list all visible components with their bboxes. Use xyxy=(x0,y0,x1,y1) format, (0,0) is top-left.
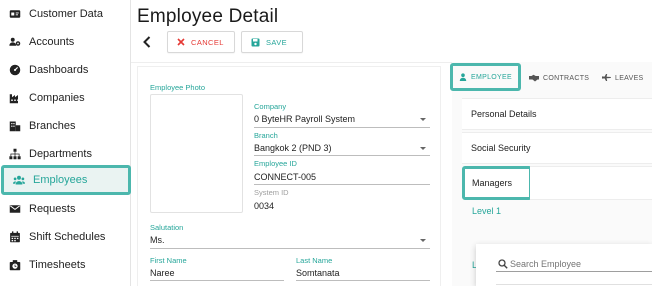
section-managers-extension xyxy=(530,166,652,200)
close-icon xyxy=(177,38,185,46)
tab-employee[interactable]: EMPLOYEE xyxy=(450,63,521,91)
section-managers[interactable]: Managers xyxy=(462,166,532,200)
system-id-value: 0034 xyxy=(254,201,275,211)
sidebar-item-label: Departments xyxy=(29,148,92,160)
back-button[interactable] xyxy=(140,34,154,50)
sidebar-item-departments[interactable]: Departments xyxy=(0,140,131,168)
level-1-label: Level 1 xyxy=(472,206,502,216)
sidebar-item-customer-data[interactable]: Customer Data xyxy=(0,0,131,28)
users-icon xyxy=(12,173,26,187)
calendar-icon xyxy=(8,230,22,244)
first-name-field[interactable]: Naree xyxy=(150,268,175,278)
search-underline xyxy=(496,271,652,272)
branch-label: Branch xyxy=(254,131,278,140)
sidebar: Customer Data Accounts Dashboards Compan… xyxy=(0,0,131,286)
tab-label: CONTRACTS xyxy=(543,74,590,82)
sidebar-item-label: Employees xyxy=(33,174,88,186)
dashboard-icon xyxy=(8,63,22,77)
sidebar-item-label: Customer Data xyxy=(29,8,103,20)
section-personal-details[interactable]: Personal Details xyxy=(462,98,652,130)
chevron-down-icon xyxy=(420,147,426,150)
system-id-label: System ID xyxy=(254,188,289,197)
sidebar-item-shift-schedules[interactable]: Shift Schedules xyxy=(0,223,131,251)
sidebar-item-label: Requests xyxy=(29,203,76,215)
clock-icon xyxy=(8,258,22,272)
id-card-icon xyxy=(8,7,22,21)
page-title: Employee Detail xyxy=(137,6,279,27)
building-icon xyxy=(8,119,22,133)
chevron-down-icon xyxy=(420,239,426,242)
salutation-label: Salutation xyxy=(150,223,184,232)
cancel-label: CANCEL xyxy=(191,37,224,47)
first-name-underline xyxy=(150,280,284,281)
tab-contracts[interactable]: CONTRACTS xyxy=(529,66,589,90)
photo-label: Employee Photo xyxy=(150,83,206,92)
company-label: Company xyxy=(254,102,287,111)
first-name-label: First Name xyxy=(150,256,187,265)
sidebar-item-label: Shift Schedules xyxy=(29,231,106,243)
plane-icon xyxy=(602,74,611,82)
user-icon xyxy=(459,73,467,81)
save-label: SAVE xyxy=(266,37,288,47)
tab-label: LEAVES xyxy=(615,74,644,82)
salutation-select[interactable]: Ms. xyxy=(150,235,165,245)
sidebar-item-label: Branches xyxy=(29,120,76,132)
chevron-left-icon xyxy=(143,36,151,48)
employee-id-underline xyxy=(254,184,430,185)
sidebar-item-label: Timesheets xyxy=(29,259,86,271)
floppy-disk-icon xyxy=(251,38,260,47)
sidebar-item-companies[interactable]: Companies xyxy=(0,84,131,112)
sidebar-item-label: Accounts xyxy=(29,36,75,48)
cancel-button[interactable]: CANCEL xyxy=(167,31,235,53)
sidebar-item-accounts[interactable]: Accounts xyxy=(0,28,131,56)
branch-select[interactable]: Bangkok 2 (PND 3) xyxy=(254,143,332,153)
last-name-field[interactable]: Somtanata xyxy=(296,268,340,278)
company-underline xyxy=(254,127,430,128)
employee-id-label: Employee ID xyxy=(254,159,297,168)
inbox-icon xyxy=(8,202,22,216)
save-button[interactable]: SAVE xyxy=(241,31,303,53)
company-select[interactable]: 0 ByteHR Payroll System xyxy=(254,114,355,124)
salutation-underline xyxy=(150,248,430,249)
sidebar-item-label: Companies xyxy=(29,92,85,104)
sidebar-item-branches[interactable]: Branches xyxy=(0,112,131,140)
sidebar-item-requests[interactable]: Requests xyxy=(0,195,131,223)
last-name-label: Last Name xyxy=(296,256,333,265)
handshake-icon xyxy=(529,74,539,82)
sidebar-item-label: Dashboards xyxy=(29,64,89,76)
tab-leaves[interactable]: LEAVES xyxy=(602,66,644,90)
last-name-underline xyxy=(296,280,430,281)
employee-id-field[interactable]: CONNECT-005 xyxy=(254,172,316,182)
industry-icon xyxy=(8,91,22,105)
section-label: Managers xyxy=(472,178,513,188)
branch-underline xyxy=(254,155,430,156)
employee-photo[interactable] xyxy=(150,94,243,213)
section-label: Personal Details xyxy=(471,109,537,119)
sidebar-item-timesheets[interactable]: Timesheets xyxy=(0,251,131,279)
search-employee-input[interactable] xyxy=(496,257,652,271)
tab-label: EMPLOYEE xyxy=(471,73,512,81)
users-gear-icon xyxy=(8,35,22,49)
sitemap-icon xyxy=(8,147,22,161)
sidebar-item-employees[interactable]: Employees xyxy=(1,165,131,195)
section-label: Social Security xyxy=(471,143,531,153)
section-social-security[interactable]: Social Security xyxy=(462,132,652,164)
sidebar-item-dashboards[interactable]: Dashboards xyxy=(0,56,131,84)
chevron-down-icon xyxy=(420,118,426,121)
